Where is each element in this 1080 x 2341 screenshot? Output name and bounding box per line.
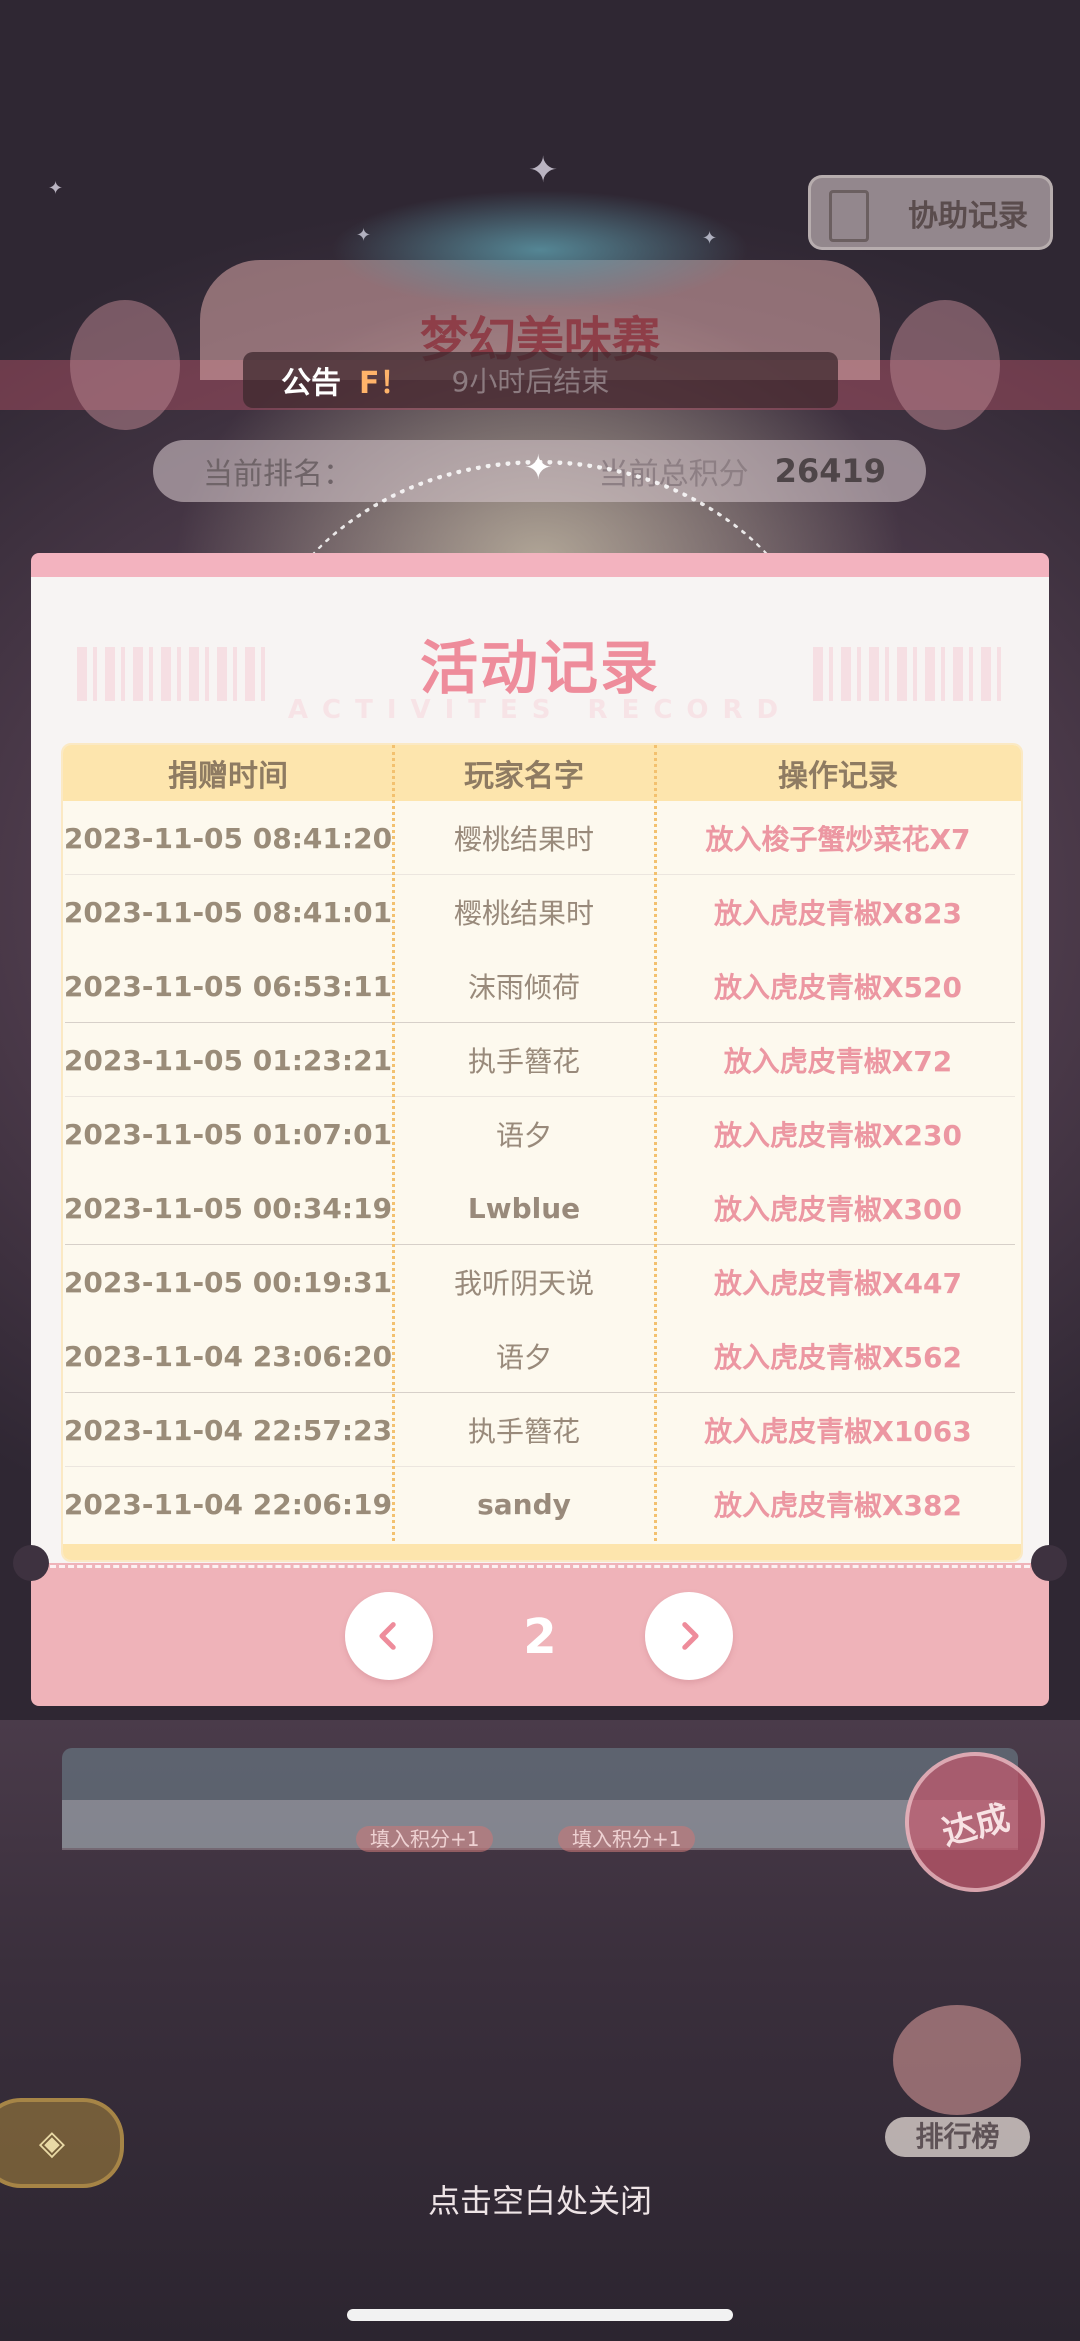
announcement-label: 公告 bbox=[281, 366, 341, 401]
perforation-line bbox=[41, 1565, 1039, 1568]
cell-player: 执手簪花 bbox=[467, 1415, 580, 1448]
prev-page-button[interactable] bbox=[345, 1592, 433, 1680]
assist-record-button[interactable]: 协助记录 bbox=[808, 175, 1053, 250]
fill-score-pill: 填入积分+1 bbox=[356, 1826, 494, 1852]
cell-action: 放入虎皮青椒X230 bbox=[713, 1119, 963, 1152]
cell-action: 放入虎皮青椒X300 bbox=[713, 1193, 963, 1226]
cell-time: 2023-11-04 22:57:23 bbox=[63, 1413, 393, 1447]
notebook-icon bbox=[829, 190, 869, 242]
column-header-action: 操作记录 bbox=[778, 759, 898, 794]
column-divider bbox=[654, 745, 657, 1560]
cell-time: 2023-11-05 00:34:19 bbox=[63, 1191, 393, 1225]
cell-action: 放入虎皮青椒X1063 bbox=[704, 1415, 972, 1448]
cell-time: 2023-11-04 23:06:20 bbox=[63, 1339, 393, 1373]
cell-player: 语夕 bbox=[495, 1119, 552, 1152]
leaderboard-button[interactable]: 排行榜 bbox=[885, 2005, 1030, 2157]
assist-record-label: 协助记录 bbox=[908, 198, 1028, 234]
back-arrow-icon: ◈ bbox=[38, 2123, 66, 2163]
next-page-button[interactable] bbox=[645, 1592, 733, 1680]
table-footer-strip bbox=[63, 1544, 1021, 1560]
table-row: 2023-11-05 01:23:21 执手簪花 放入虎皮青椒X72 bbox=[63, 1023, 1021, 1097]
chevron-left-icon bbox=[379, 1622, 396, 1650]
column-divider bbox=[392, 745, 395, 1560]
announcement-marquee: F！ bbox=[359, 366, 410, 401]
table-row: 2023-11-05 08:41:01 樱桃结果时 放入虎皮青椒X823 bbox=[63, 875, 1021, 949]
cell-player: 沫雨倾荷 bbox=[467, 971, 580, 1004]
table-row: 2023-11-05 06:53:11 沫雨倾荷 放入虎皮青椒X520 bbox=[63, 949, 1021, 1023]
cell-player: Lwblue bbox=[467, 1191, 581, 1225]
dialog-top-strip bbox=[31, 553, 1049, 577]
cell-player: 执手簪花 bbox=[467, 1045, 580, 1078]
table-row: 2023-11-05 08:41:20 樱桃结果时 放入梭子蟹炒菜花X7 bbox=[63, 801, 1021, 875]
cell-player: 语夕 bbox=[495, 1341, 552, 1374]
ticket-notch bbox=[13, 1545, 49, 1581]
cell-player: sandy bbox=[477, 1487, 571, 1521]
cell-player: 我听阴天说 bbox=[453, 1267, 594, 1300]
close-hint[interactable]: 点击空白处关闭 bbox=[0, 2176, 1080, 2222]
dialog-body: 活动记录 ACTIVITES RECORD 捐赠时间 玩家名字 操作记录 202… bbox=[31, 577, 1049, 1577]
chevron-right-icon bbox=[682, 1622, 699, 1650]
cell-action: 放入虎皮青椒X72 bbox=[723, 1045, 953, 1078]
table-row: 2023-11-05 00:34:19 Lwblue 放入虎皮青椒X300 bbox=[63, 1171, 1021, 1245]
bow-decoration bbox=[330, 190, 750, 310]
announcement-countdown: 9小时后结束 bbox=[451, 365, 610, 398]
cell-player: 樱桃结果时 bbox=[453, 897, 594, 930]
cake-icon bbox=[893, 2005, 1021, 2115]
ticket-notch bbox=[1031, 1545, 1067, 1581]
cell-action: 放入虎皮青椒X520 bbox=[713, 971, 963, 1004]
column-header-player: 玩家名字 bbox=[464, 759, 584, 794]
cell-time: 2023-11-05 08:41:20 bbox=[63, 821, 393, 855]
home-indicator[interactable] bbox=[347, 2309, 733, 2321]
table-row: 2023-11-04 23:06:20 语夕 放入虎皮青椒X562 bbox=[63, 1319, 1021, 1393]
cell-action: 放入虎皮青椒X447 bbox=[713, 1267, 963, 1300]
page-number: 2 bbox=[523, 1609, 557, 1665]
record-table: 捐赠时间 玩家名字 操作记录 2023-11-05 08:41:20 樱桃结果时… bbox=[61, 743, 1023, 1562]
cell-time: 2023-11-05 01:23:21 bbox=[63, 1043, 393, 1077]
cell-time: 2023-11-05 08:41:01 bbox=[63, 895, 393, 929]
cell-action: 放入虎皮青椒X382 bbox=[713, 1489, 963, 1522]
table-row: 2023-11-05 00:19:31 我听阴天说 放入虎皮青椒X447 bbox=[63, 1245, 1021, 1319]
cell-time: 2023-11-05 01:07:01 bbox=[63, 1117, 393, 1151]
column-header-time: 捐赠时间 bbox=[168, 759, 288, 794]
table-row: 2023-11-04 22:57:23 执手簪花 放入虎皮青椒X1063 bbox=[63, 1393, 1021, 1467]
fill-score-pill: 填入积分+1 bbox=[558, 1826, 696, 1852]
announcement-bar: 公告 F！ 9小时后结束 bbox=[243, 352, 838, 408]
table-row: 2023-11-04 22:06:19 sandy 放入虎皮青椒X382 bbox=[63, 1467, 1021, 1541]
cell-action: 放入虎皮青椒X823 bbox=[713, 897, 963, 930]
back-button[interactable]: ◈ bbox=[0, 2098, 124, 2188]
dialog-title: 活动记录 bbox=[419, 634, 660, 702]
dialog-subtitle: ACTIVITES RECORD bbox=[287, 695, 793, 725]
leaderboard-label: 排行榜 bbox=[885, 2117, 1030, 2157]
cell-time: 2023-11-04 22:06:19 bbox=[63, 1487, 393, 1521]
cell-action: 放入虎皮青椒X562 bbox=[713, 1341, 963, 1374]
reward-card-body bbox=[62, 1800, 1018, 1850]
sparkle-icon: ✦ bbox=[524, 448, 553, 488]
cell-player: 樱桃结果时 bbox=[453, 823, 594, 856]
cell-action: 放入梭子蟹炒菜花X7 bbox=[705, 823, 971, 856]
activity-record-dialog: 活动记录 ACTIVITES RECORD 捐赠时间 玩家名字 操作记录 202… bbox=[13, 553, 1067, 1706]
score-value: 26419 bbox=[774, 452, 886, 490]
table-row: 2023-11-05 01:07:01 语夕 放入虎皮青椒X230 bbox=[63, 1097, 1021, 1171]
cell-time: 2023-11-05 06:53:11 bbox=[63, 969, 393, 1003]
rank-label: 当前排名： bbox=[203, 457, 353, 492]
cell-time: 2023-11-05 00:19:31 bbox=[63, 1265, 393, 1299]
event-header: 梦幻美味赛 协助记录 公告 F！ 9小时后结束 当前排名： 当前总积分 2641… bbox=[0, 0, 1080, 560]
table-header: 捐赠时间 玩家名字 操作记录 bbox=[63, 745, 1021, 801]
